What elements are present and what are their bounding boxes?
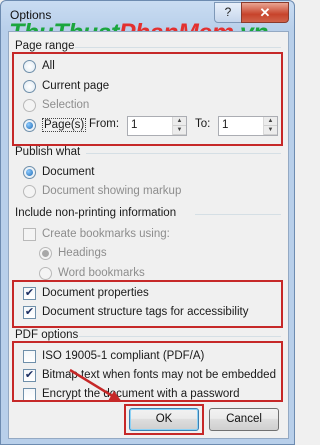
annotation-arrow-icon: [69, 368, 122, 402]
